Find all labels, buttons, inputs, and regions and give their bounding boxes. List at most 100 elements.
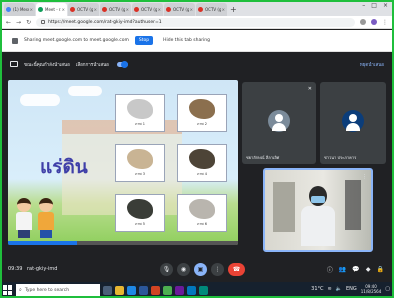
windows-start-icon[interactable] [3,285,13,295]
participant-name: ชาวนา ประภาคาร [324,155,357,160]
participant-name: ชยาลักษณ์ ลีลาเลิศ [246,155,280,160]
powerpoint-icon[interactable] [151,285,160,295]
close-icon[interactable]: × [222,7,225,12]
call-controls: 🎙 ◉ ▣ ⋮ ☎ [160,262,245,276]
url-field[interactable]: https://meet.google.com/rat-gkiy-imd?aut… [36,17,355,27]
close-window-icon[interactable]: × [383,2,388,9]
maximize-icon[interactable]: □ [371,2,377,9]
back-icon[interactable]: ← [6,19,11,26]
edge-icon[interactable] [127,285,136,295]
slide-progress[interactable] [8,241,77,245]
messenger-icon [6,7,11,12]
people-icon[interactable]: 👥 [339,266,346,273]
address-bar: ← → ↻ https://meet.google.com/rat-gkiy-i… [0,16,394,29]
new-tab-button[interactable]: + [230,3,237,16]
mic-button[interactable]: 🎙 [160,262,173,276]
rock-card: ภาพ 4 [177,144,227,182]
present-button[interactable]: ▣ [194,262,207,276]
cloud [68,86,102,96]
more-options-icon[interactable]: ⋮ [362,174,367,180]
sharing-text: Sharing meet.google.com to meet.google.c… [24,38,129,43]
chat-icon[interactable]: 💬 [352,266,359,273]
stop-sharing-button[interactable]: Stop [134,36,154,45]
hide-banner-button[interactable]: Hide this tab sharing [159,36,214,45]
rock-image [127,99,153,119]
browser-tab[interactable]: OCTV (g8) Slide - แผนการ× [68,3,99,16]
close-icon[interactable]: × [126,7,129,12]
close-icon[interactable]: × [94,7,97,12]
rock-grid: ภาพ 1 ภาพ 2 ภาพ 3 ภาพ 4 ภาพ 5 ภาพ 6 [115,94,235,234]
presenting-bar: ขณะนี้คุณกำลังนำเสนอ เลือกการนำเสนอ หยุด… [0,52,394,76]
rock-image [189,99,215,119]
camera-button[interactable]: ◉ [177,262,190,276]
browser-tab[interactable]: OCTV (g8) Slide - แผนการ× [132,3,163,16]
end-call-button[interactable]: ☎ [228,262,245,276]
stop-presenting-button[interactable]: หยุดนำเสนอ [360,61,384,68]
rock-card: ภาพ 1 [115,94,165,132]
presented-slide: แร่ดิน ภาพ 1 ภาพ 2 ภาพ 3 ภาพ 4 ภาพ 5 ภาพ… [8,80,238,245]
meet-controls-bar: 09:39 rat-gkiy-imd 🎙 ◉ ▣ ⋮ ☎ ⓘ 👥 💬 ◆ 🔒 [0,257,394,281]
clock[interactable]: 09:40 11/8/2564 [361,284,382,294]
video-door [273,182,295,232]
lock-icon [41,20,46,24]
minimize-icon[interactable]: – [362,2,365,9]
slide-topic: แร่ดิน [40,156,88,178]
close-icon[interactable]: × [190,7,193,12]
taskbar-search[interactable]: ⌕ Type here to search [16,284,100,296]
mic-off-icon: ✕ [307,86,312,92]
presenting-toggle-label: เลือกการนำเสนอ [75,62,109,68]
forward-icon[interactable]: → [16,19,21,26]
lock-icon[interactable]: 🔒 [377,266,384,273]
side-controls: ⓘ 👥 💬 ◆ 🔒 [327,265,384,274]
cloud [20,94,60,106]
browser-tab[interactable]: (1) Messenger | Faceb× [4,3,35,16]
browser-tab[interactable]: OCTV (g8) Slide - แผนการ× [196,3,227,16]
participant-tile[interactable]: ✕ ชยาลักษณ์ ลีลาเลิศ [242,82,316,164]
wifi-icon[interactable]: ≋ [328,286,332,292]
profile-avatar[interactable] [371,19,377,25]
reload-icon[interactable]: ↻ [26,19,31,26]
presenting-text: ขณะนี้คุณกำลังนำเสนอ [24,62,70,68]
self-video-tile[interactable]: ⋮ [263,168,373,252]
windows-taskbar: ⌕ Type here to search 31°C ≋ 🔈 ENG 09:40… [0,282,394,298]
volume-icon[interactable]: 🔈 [336,286,342,292]
close-icon[interactable]: × [62,7,65,12]
video-chair [345,180,361,230]
language-indicator[interactable]: ENG [346,286,357,292]
presenting-toggle[interactable] [116,60,128,68]
rock-card: ภาพ 6 [177,194,227,232]
extension-icon[interactable] [360,19,366,25]
task-view-icon[interactable] [103,285,112,295]
meet-area: ขณะนี้คุณกำลังนำเสนอ เลือกการนำเสนอ หยุด… [0,52,394,298]
app-icon[interactable] [199,285,208,295]
cartoon-girl [38,198,54,238]
menu-icon[interactable]: ⋮ [382,19,388,26]
participant-tile[interactable]: ชาวนา ประภาคาร [320,82,386,164]
close-icon[interactable]: × [158,7,161,12]
video-person-body [301,206,335,246]
notifications-icon[interactable]: ▢ [385,286,390,292]
meeting-time: 09:39 [8,266,23,272]
meeting-code: rat-gkiy-imd [27,266,58,272]
rock-image [127,199,153,219]
close-icon[interactable]: × [30,7,33,12]
avatar [342,110,364,132]
info-icon[interactable]: ⓘ [327,265,333,274]
clock-date: 11/8/2564 [360,289,382,294]
window-controls: – □ × [362,2,388,9]
screen: (1) Messenger | Faceb× Meet - rat-gkiy-i… [0,0,394,298]
browser-tab-active[interactable]: Meet - rat-gkiy-imd× [36,3,67,16]
app-icon[interactable] [187,285,196,295]
browser-tab[interactable]: OCTV (g8) Slide - แผนการ× [164,3,195,16]
browser-tab[interactable]: OCTV (g8) Slide - แผนการ× [100,3,131,16]
video-person-mask [311,196,325,203]
rock-image [189,149,215,169]
chrome-icon[interactable] [163,285,172,295]
more-options-button[interactable]: ⋮ [211,262,224,276]
slides-icon [102,7,107,12]
app-icon[interactable] [175,285,184,295]
file-explorer-icon[interactable] [115,285,124,295]
rock-image [127,149,153,169]
activities-icon[interactable]: ◆ [366,266,371,273]
word-icon[interactable] [139,285,148,295]
